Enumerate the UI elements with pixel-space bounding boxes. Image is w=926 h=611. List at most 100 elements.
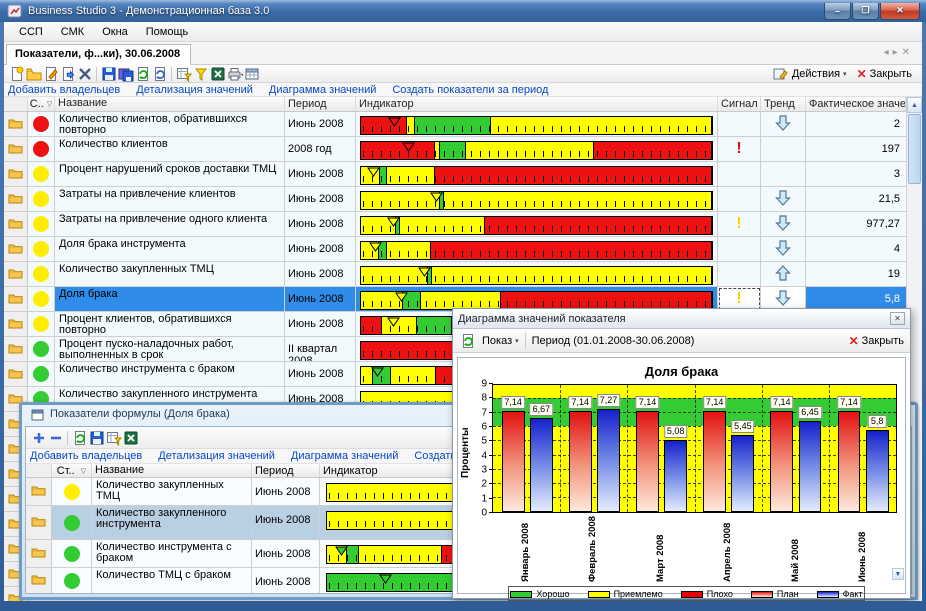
row-folder-cell[interactable] bbox=[4, 262, 28, 286]
row-value-cell[interactable]: 977,27 bbox=[806, 212, 906, 236]
row-period-cell[interactable]: Июнь 2008 bbox=[285, 212, 356, 236]
row-period-cell[interactable]: Июнь 2008 bbox=[252, 478, 320, 505]
row-period-cell[interactable]: 2008 год bbox=[285, 137, 356, 161]
close-view-button[interactable]: ✕ Закрыть bbox=[857, 67, 912, 81]
menu-item-ссп[interactable]: ССП bbox=[10, 24, 52, 40]
filter-icon[interactable] bbox=[192, 66, 209, 82]
folder-icon[interactable] bbox=[8, 242, 23, 257]
filter-settings-icon[interactable] bbox=[105, 430, 122, 446]
menu-item-помощь[interactable]: Помощь bbox=[137, 24, 198, 40]
duplicate-icon[interactable] bbox=[59, 66, 76, 82]
row-period-cell[interactable]: Июнь 2008 bbox=[252, 506, 320, 539]
table-icon[interactable] bbox=[243, 66, 260, 82]
table-row[interactable]: Доля брака инструментаИюнь 2008 4 bbox=[4, 237, 906, 262]
row-folder-cell[interactable] bbox=[4, 137, 28, 161]
row-name-cell[interactable]: Количество инструмента с браком bbox=[92, 540, 252, 567]
refresh-icon[interactable] bbox=[459, 333, 476, 349]
open-folder-icon[interactable] bbox=[25, 66, 42, 82]
row-period-cell[interactable]: II квартал 2008 bbox=[285, 337, 356, 361]
row-folder-cell[interactable] bbox=[4, 337, 28, 361]
fheader-folder[interactable] bbox=[26, 464, 52, 477]
row-indicator-cell[interactable] bbox=[356, 237, 718, 261]
save-all-icon[interactable] bbox=[117, 66, 134, 82]
row-signal-cell[interactable] bbox=[718, 237, 761, 261]
header-signal[interactable]: Сигнал bbox=[718, 97, 761, 111]
row-name-cell[interactable]: Количество инструмента с браком bbox=[55, 362, 285, 386]
row-folder-cell[interactable] bbox=[4, 287, 28, 311]
folder-icon[interactable] bbox=[8, 192, 23, 207]
filter-settings-icon[interactable] bbox=[175, 66, 192, 82]
row-period-cell[interactable]: Июнь 2008 bbox=[285, 312, 356, 336]
row-trend-cell[interactable] bbox=[761, 137, 806, 161]
fheader-status[interactable]: Ст.. ▽ bbox=[52, 464, 92, 477]
delete-icon[interactable] bbox=[76, 66, 93, 82]
save-icon[interactable] bbox=[88, 430, 105, 446]
actions-button[interactable]: Действия▾ bbox=[772, 66, 847, 82]
menu-item-окна[interactable]: Окна bbox=[93, 24, 137, 40]
header-folder[interactable] bbox=[4, 97, 28, 111]
row-name-cell[interactable]: Количество закупленных ТМЦ bbox=[55, 262, 285, 286]
scroll-down-icon[interactable]: ▼ bbox=[892, 568, 904, 580]
table-row[interactable]: Процент нарушений сроков доставки ТМЦИюн… bbox=[4, 162, 906, 187]
row-trend-cell[interactable] bbox=[761, 237, 806, 261]
row-trend-cell[interactable] bbox=[761, 262, 806, 286]
folder-icon[interactable] bbox=[8, 367, 23, 382]
header-trend[interactable]: Тренд bbox=[761, 97, 806, 111]
row-folder-cell[interactable] bbox=[4, 312, 28, 336]
folder-icon[interactable] bbox=[31, 515, 46, 530]
folder-icon[interactable] bbox=[8, 117, 23, 132]
folder-icon[interactable] bbox=[8, 142, 23, 157]
close-button[interactable]: ✕ bbox=[880, 3, 920, 20]
row-indicator-cell[interactable] bbox=[356, 187, 718, 211]
row-period-cell[interactable]: Июнь 2008 bbox=[285, 262, 356, 286]
row-name-cell[interactable]: Доля брака инструмента bbox=[55, 237, 285, 261]
print-icon[interactable] bbox=[226, 66, 243, 82]
row-signal-cell[interactable]: ! bbox=[718, 212, 761, 236]
folder-icon[interactable] bbox=[31, 484, 46, 499]
excel-export-icon[interactable] bbox=[209, 66, 226, 82]
row-indicator-cell[interactable] bbox=[356, 137, 718, 161]
row-indicator-cell[interactable] bbox=[356, 212, 718, 236]
row-trend-cell[interactable] bbox=[761, 212, 806, 236]
chart-close-box-icon[interactable]: ✕ bbox=[890, 312, 905, 325]
row-period-cell[interactable]: Июнь 2008 bbox=[252, 540, 320, 567]
row-folder-cell[interactable] bbox=[4, 112, 28, 136]
row-folder-cell[interactable] bbox=[26, 506, 52, 539]
table-row[interactable]: Затраты на привлечение одного клиентаИюн… bbox=[4, 212, 906, 237]
row-value-cell[interactable]: 197 bbox=[806, 137, 906, 161]
chart-close-button[interactable]: ✕ Закрыть bbox=[849, 334, 904, 348]
row-signal-cell[interactable] bbox=[718, 162, 761, 186]
row-value-cell[interactable]: 4 bbox=[806, 237, 906, 261]
row-indicator-cell[interactable] bbox=[356, 262, 718, 286]
row-trend-cell[interactable] bbox=[761, 187, 806, 211]
header-status[interactable]: С.. ▽ bbox=[28, 97, 55, 111]
folder-icon[interactable] bbox=[8, 167, 23, 182]
row-name-cell[interactable]: Количество клиентов bbox=[55, 137, 285, 161]
row-name-cell[interactable]: Количество закупленного инструмента bbox=[92, 506, 252, 539]
row-name-cell[interactable]: Процент пуско-наладочных работ, выполнен… bbox=[55, 337, 285, 361]
header-indicator[interactable]: Индикатор bbox=[356, 97, 718, 111]
save-icon[interactable] bbox=[100, 66, 117, 82]
row-folder-cell[interactable] bbox=[26, 568, 52, 593]
table-row[interactable]: Количество закупленных ТМЦИюнь 200819 bbox=[4, 262, 906, 287]
row-value-cell[interactable]: 2 bbox=[806, 112, 906, 136]
table-row[interactable]: Затраты на привлечение клиентовИюнь 2008… bbox=[4, 187, 906, 212]
link-добавить[interactable]: Добавить владельцев bbox=[30, 450, 142, 462]
folder-icon[interactable] bbox=[8, 292, 23, 307]
row-indicator-cell[interactable] bbox=[356, 162, 718, 186]
header-name[interactable]: Название bbox=[55, 97, 285, 111]
folder-icon[interactable] bbox=[8, 317, 23, 332]
table-row[interactable]: Количество клиентов2008 год!197 bbox=[4, 137, 906, 162]
row-period-cell[interactable]: Июнь 2008 bbox=[285, 237, 356, 261]
header-value[interactable]: Фактическое значение bbox=[806, 97, 906, 111]
row-name-cell[interactable]: Количество клиентов, обратившихся повтор… bbox=[55, 112, 285, 136]
refresh-icon[interactable] bbox=[134, 66, 151, 82]
row-value-cell[interactable]: 21,5 bbox=[806, 187, 906, 211]
row-period-cell[interactable]: Июнь 2008 bbox=[285, 162, 356, 186]
row-name-cell[interactable]: Процент клиентов, обратившихся повторно bbox=[55, 312, 285, 336]
chart-window-titlebar[interactable]: Диаграмма значений показателя ✕ bbox=[453, 309, 910, 329]
maximize-button[interactable]: ❐ bbox=[852, 3, 879, 20]
title-bar[interactable]: Business Studio 3 - Демонстрационная баз… bbox=[0, 0, 926, 22]
row-name-cell[interactable]: Затраты на привлечение одного клиента bbox=[55, 212, 285, 236]
new-icon[interactable] bbox=[8, 66, 25, 82]
